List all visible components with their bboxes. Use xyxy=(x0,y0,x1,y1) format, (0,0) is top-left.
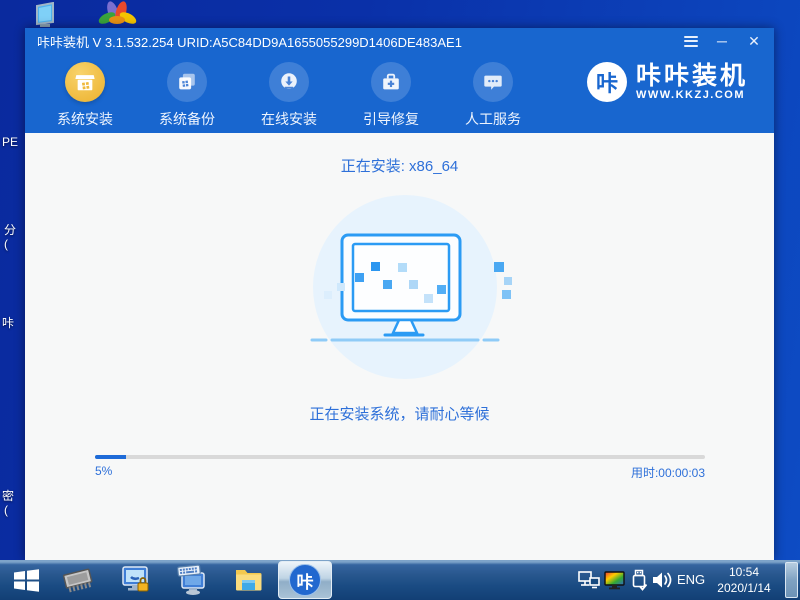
install-status-title: 正在安装: x86_64 xyxy=(340,158,459,175)
memory-chip-icon[interactable] xyxy=(60,566,96,594)
close-button[interactable]: ✕ xyxy=(746,33,762,49)
nav-label: 系统备份 xyxy=(159,111,215,127)
titlebar[interactable]: 咔咔装机 V 3.1.532.254 URID:A5C84DD9A1655055… xyxy=(25,28,774,54)
desktop-label-fragment: 咔 xyxy=(2,316,15,330)
brand-logo-icon: 咔 xyxy=(586,62,627,102)
nav-item-online-install[interactable]: 在线安装 xyxy=(257,62,321,129)
main-content: 正在安装: x86_64 正在安装系统，请耐心等候 5% 用时:00:00:03 xyxy=(25,133,774,560)
online-download-icon xyxy=(281,73,297,89)
display-icon[interactable] xyxy=(31,2,58,28)
package-install-icon xyxy=(75,75,95,91)
clock-date: 2020/1/14 xyxy=(717,581,771,595)
installing-monitor-illustration xyxy=(310,233,512,342)
desktop-label-fragment: ( xyxy=(4,237,8,251)
chat-support-icon xyxy=(484,75,502,90)
brand-url: WWW.KKZJ.COM xyxy=(635,88,746,101)
desktop-label-fragment: 分 xyxy=(4,223,17,237)
progress-percent: 5% xyxy=(95,464,113,478)
nav-item-boot-repair[interactable]: 引导修复 xyxy=(359,62,423,129)
window-title: 咔咔装机 V 3.1.532.254 URID:A5C84DD9A1655055… xyxy=(37,34,462,50)
nav-label: 引导修复 xyxy=(363,111,419,127)
display-settings-icon[interactable] xyxy=(604,571,625,590)
install-message: 正在安装系统，请耐心等候 xyxy=(309,406,490,423)
progress-fill xyxy=(95,455,126,459)
brand: 咔 咔咔装机 WWW.KKZJ.COM xyxy=(586,61,748,102)
keyboard-input-icon[interactable] xyxy=(176,563,208,596)
system-backup-icon xyxy=(179,73,195,90)
language-indicator[interactable]: ENG xyxy=(677,572,705,587)
menu-icon[interactable] xyxy=(684,35,698,47)
desktop-label-fragment: PE xyxy=(2,135,19,149)
nav-label: 人工服务 xyxy=(465,111,521,127)
desktop-label-fragment: 密 xyxy=(2,489,15,503)
start-button[interactable] xyxy=(13,568,40,593)
app-window: 咔咔装机 V 3.1.532.254 URID:A5C84DD9A1655055… xyxy=(25,28,774,560)
clock-time: 10:54 xyxy=(728,565,760,579)
brand-name: 咔咔装机 xyxy=(635,61,748,90)
volume-icon[interactable] xyxy=(652,571,674,589)
file-explorer-icon[interactable] xyxy=(234,566,262,593)
desktop-label-fragment: ( xyxy=(4,503,8,517)
minimize-button[interactable]: ─ xyxy=(714,33,730,49)
kaka-app-icon: 咔 xyxy=(289,564,321,596)
elapsed-time: 用时:00:00:03 xyxy=(630,466,705,480)
show-desktop-button[interactable] xyxy=(785,562,798,598)
nav-label: 系统安装 xyxy=(57,111,113,127)
monitor-lock-icon[interactable] xyxy=(121,565,151,595)
progress-bar xyxy=(95,455,705,459)
nav-label: 在线安装 xyxy=(261,111,317,127)
nav-item-system-backup[interactable]: 系统备份 xyxy=(155,62,219,129)
clock[interactable]: 10:54 2020/1/14 xyxy=(710,564,778,596)
usb-device-icon[interactable] xyxy=(631,569,647,591)
kaka-app-button[interactable]: 咔 xyxy=(278,561,332,599)
image-viewer-flower-icon[interactable] xyxy=(95,0,141,28)
network-icon[interactable] xyxy=(578,571,600,590)
taskbar: 咔 ENG 10:54 2020/1/14 xyxy=(0,560,800,600)
navbar: 系统安装 系统备份 在线安装 引导修复 人工服务 咔 咔咔装机 WWW.KKZJ… xyxy=(25,54,774,133)
nav-item-system-install[interactable]: 系统安装 xyxy=(53,62,117,129)
boot-repair-toolbox-icon xyxy=(383,73,399,90)
nav-item-human-support[interactable]: 人工服务 xyxy=(461,62,525,129)
